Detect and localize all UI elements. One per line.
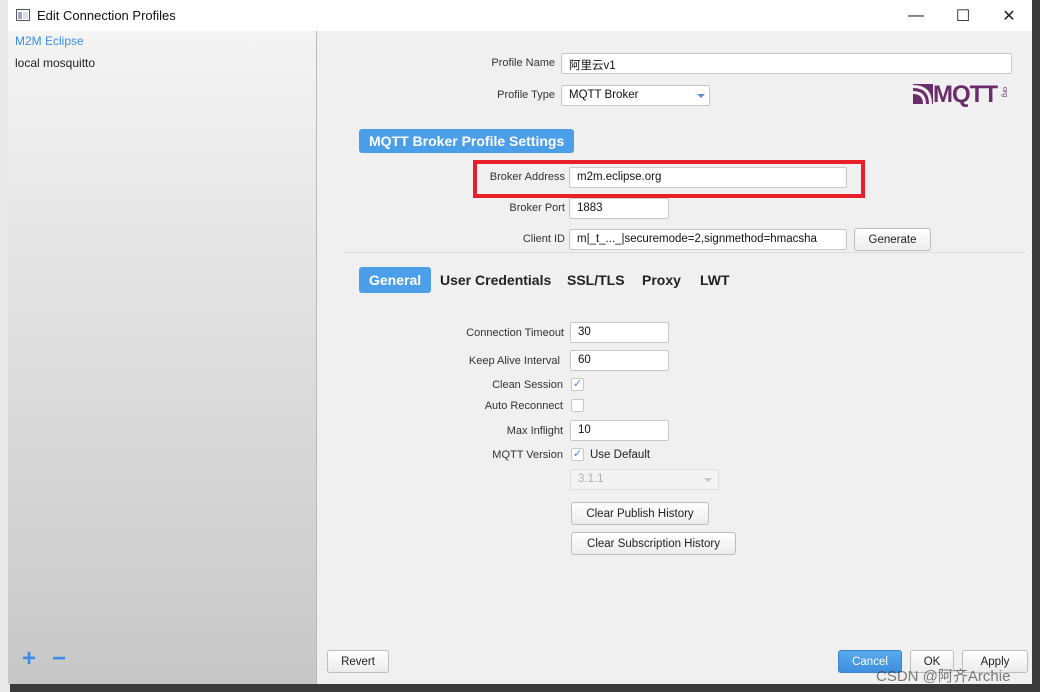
use-default-checkbox[interactable]: ✓ (571, 448, 584, 461)
maximize-button[interactable]: ☐ (948, 5, 978, 27)
app-window-icon (16, 9, 30, 21)
csdn-watermark: CSDN @阿齐Archie (876, 668, 1011, 685)
minimize-button[interactable]: — (901, 5, 931, 27)
mqtt-logo: MQTT org (913, 81, 1013, 108)
profile-type-value: MQTT Broker (569, 89, 639, 101)
profile-type-label: Profile Type (497, 89, 555, 101)
generate-button[interactable]: Generate (854, 228, 931, 251)
tab-general[interactable]: General (359, 267, 432, 293)
use-default-label: Use Default (590, 449, 651, 461)
edit-connection-profiles-window: Edit Connection Profiles — ☐ ✕ M2M Eclip… (8, 0, 1032, 684)
client-id-input[interactable]: m|_t_..._|securemode=2,signmethod=hmacsh… (569, 229, 847, 250)
tab-ssl-tls[interactable]: SSL/TLS (567, 267, 625, 293)
chevron-down-icon (704, 478, 712, 482)
clear-subscription-history-button[interactable]: Clear Subscription History (571, 532, 736, 555)
broker-port-label: Broker Port (509, 202, 565, 214)
profile-item-m2m-eclipse[interactable]: M2M Eclipse (15, 34, 84, 48)
profile-settings-panel: Profile Name 阿里云v1 Profile Type MQTT Bro… (317, 31, 1032, 684)
profile-type-select[interactable]: MQTT Broker (561, 85, 710, 106)
connection-timeout-input[interactable]: 30 (570, 322, 669, 343)
close-button[interactable]: ✕ (994, 5, 1024, 27)
broker-port-input[interactable]: 1883 (569, 198, 669, 219)
broker-address-input[interactable]: m2m.eclipse.org (569, 167, 847, 188)
add-profile-button[interactable]: + (22, 645, 36, 673)
connection-timeout-label: Connection Timeout (466, 327, 564, 339)
auto-reconnect-checkbox[interactable] (571, 399, 584, 412)
remove-profile-button[interactable]: − (52, 645, 66, 673)
tab-proxy[interactable]: Proxy (642, 267, 681, 293)
client-id-label: Client ID (522, 233, 565, 245)
auto-reconnect-label: Auto Reconnect (484, 400, 563, 412)
broker-settings-section-title: MQTT Broker Profile Settings (359, 129, 575, 153)
tab-lwt[interactable]: LWT (700, 267, 730, 293)
profile-list-sidebar: M2M Eclipse local mosquitto + − (8, 31, 317, 684)
mqtt-version-select: 3.1.1 (570, 469, 719, 490)
clean-session-label: Clean Session (492, 379, 563, 391)
keep-alive-interval-label: Keep Alive Interval (468, 355, 560, 367)
max-inflight-input[interactable]: 10 (570, 420, 669, 441)
section-divider (345, 252, 1025, 253)
clear-publish-history-button[interactable]: Clear Publish History (571, 502, 709, 525)
max-inflight-label: Max Inflight (506, 425, 563, 437)
tab-user-credentials[interactable]: User Credentials (440, 267, 551, 293)
title-bar: Edit Connection Profiles — ☐ ✕ (8, 0, 1032, 31)
profile-name-label: Profile Name (491, 57, 555, 69)
window-title: Edit Connection Profiles (37, 8, 176, 23)
clean-session-checkbox[interactable]: ✓ (571, 378, 584, 391)
chevron-down-icon (697, 94, 705, 98)
mqtt-logo-text: MQTT (933, 81, 998, 108)
mqtt-version-label: MQTT Version (492, 449, 563, 461)
mqtt-logo-mark-icon (913, 84, 933, 104)
profile-name-input[interactable]: 阿里云v1 (561, 53, 1012, 74)
profile-item-local-mosquitto[interactable]: local mosquitto (15, 56, 95, 70)
keep-alive-interval-input[interactable]: 60 (570, 350, 669, 371)
mqtt-logo-org: org (1001, 87, 1008, 98)
broker-address-label: Broker Address (489, 171, 565, 183)
mqtt-version-value: 3.1.1 (578, 473, 604, 485)
revert-button[interactable]: Revert (327, 650, 389, 673)
